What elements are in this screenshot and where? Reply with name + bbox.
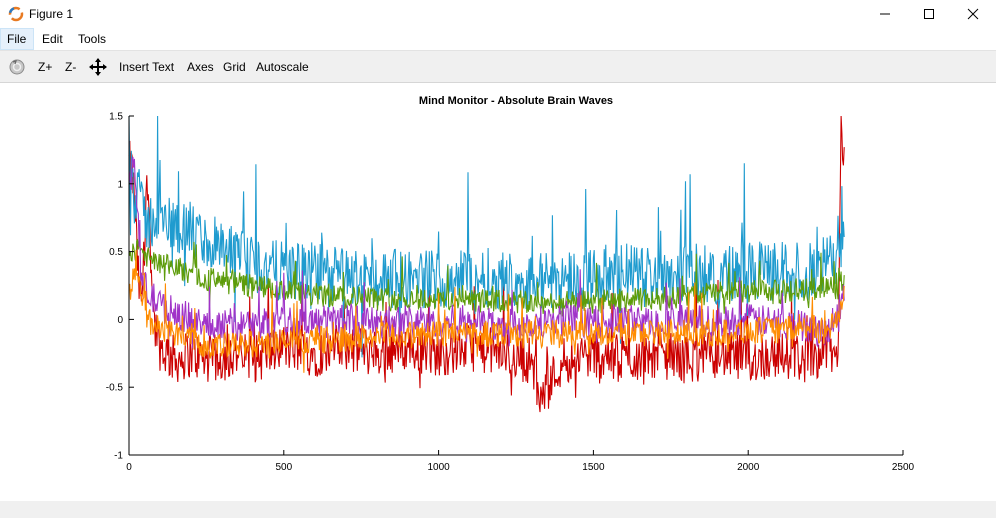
series-line-2 bbox=[128, 115, 845, 358]
minimize-button[interactable] bbox=[862, 0, 908, 28]
pan-move-icon bbox=[89, 58, 107, 76]
x-tick-label: 0 bbox=[126, 462, 132, 473]
x-tick-label: 1500 bbox=[582, 462, 605, 473]
status-bar bbox=[0, 501, 996, 518]
y-tick-label: -1 bbox=[114, 451, 123, 462]
menu-bar: File Edit Tools bbox=[0, 28, 996, 50]
octave-app-icon bbox=[8, 6, 24, 22]
maximize-icon bbox=[924, 9, 934, 19]
menu-edit[interactable]: Edit bbox=[36, 28, 69, 50]
x-tick-label: 2500 bbox=[892, 462, 915, 473]
y-tick-label: 0.5 bbox=[109, 247, 123, 258]
x-tick-label: 1000 bbox=[427, 462, 450, 473]
close-icon bbox=[967, 8, 979, 20]
series-layer bbox=[128, 115, 845, 413]
y-tick-label: 0 bbox=[117, 315, 123, 326]
zoom-in-button[interactable]: Z+ bbox=[38, 51, 52, 83]
chart-title: Mind Monitor - Absolute Brain Waves bbox=[419, 95, 613, 107]
autoscale-button[interactable]: Autoscale bbox=[256, 51, 309, 83]
window-title-bar: Figure 1 bbox=[0, 0, 996, 28]
zoom-out-button[interactable]: Z- bbox=[65, 51, 76, 83]
insert-text-button[interactable]: Insert Text bbox=[119, 51, 174, 83]
y-tick-label: -0.5 bbox=[106, 383, 124, 394]
x-tick-label: 2000 bbox=[737, 462, 760, 473]
line-chart: Mind Monitor - Absolute Brain Waves 0 500… bbox=[106, 95, 915, 474]
series-line-4 bbox=[128, 156, 845, 349]
x-tick-label: 500 bbox=[275, 462, 292, 473]
pan-button[interactable] bbox=[89, 51, 107, 83]
window-title: Figure 1 bbox=[29, 7, 74, 21]
close-button[interactable] bbox=[950, 0, 996, 28]
rotate-icon bbox=[9, 59, 25, 75]
maximize-button[interactable] bbox=[906, 0, 952, 28]
menu-tools[interactable]: Tools bbox=[72, 28, 112, 50]
rotate-button[interactable] bbox=[8, 51, 26, 83]
menu-file[interactable]: File bbox=[0, 28, 34, 50]
figure-canvas[interactable]: Mind Monitor - Absolute Brain Waves 0 500… bbox=[0, 83, 996, 501]
y-tick-label: 1.5 bbox=[109, 112, 123, 123]
grid-button[interactable]: Grid bbox=[223, 51, 246, 83]
figure-toolbar: Z+ Z- Insert Text Axes Grid Autoscale bbox=[0, 50, 996, 83]
minimize-icon bbox=[880, 13, 890, 15]
axes-layer: 0 500 1000 1500 2000 2500 -1 -0.5 0 0.5 1 1.5 bbox=[106, 112, 915, 474]
y-tick-label: 1 bbox=[117, 179, 123, 190]
axes-button[interactable]: Axes bbox=[187, 51, 214, 83]
